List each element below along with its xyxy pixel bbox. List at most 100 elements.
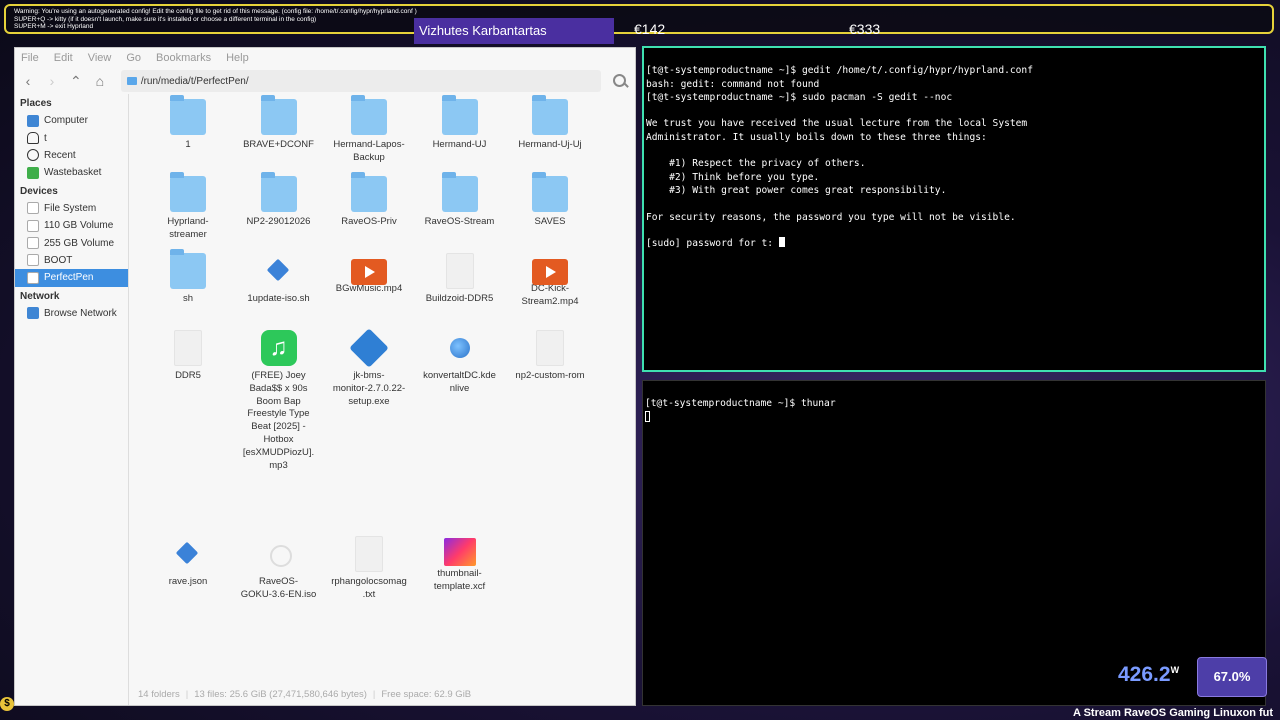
terminal-top[interactable]: [t@t-systemproductname ~]$ gedit /home/t… — [642, 46, 1266, 372]
file-item[interactable]: jk-bms- monitor-2.7.0.22- setup.exe — [324, 330, 414, 408]
sidebar-item-label: File System — [44, 202, 97, 214]
terminal-line: Administrator. It usually boils down to … — [646, 131, 987, 143]
file-item-label: RaveOS-Stream — [424, 216, 495, 227]
file-item[interactable]: np2-custom-rom — [505, 330, 595, 383]
drive-icon — [27, 202, 39, 215]
file-item[interactable]: RaveOS- GOKU-3.6-EN.iso — [234, 536, 324, 602]
file-item[interactable]: (FREE) Joey Bada$$ x 90s Boom Bap Freest… — [234, 330, 324, 472]
terminal-line: We trust you have received the usual lec… — [646, 118, 1028, 130]
menu-help[interactable]: Help — [226, 52, 249, 64]
menu-edit[interactable]: Edit — [54, 52, 73, 64]
status-folders: 14 folders — [138, 688, 180, 700]
home-icon[interactable]: ⌂ — [93, 74, 107, 88]
file-item-label: 1 — [185, 139, 191, 150]
sidebar-item-home[interactable]: t — [15, 129, 128, 146]
file-item-label: (FREE) Joey Bada$$ x 90s Boom Bap Freest… — [242, 370, 315, 471]
folder-icon — [351, 95, 387, 135]
sidebar-item-perfectpen[interactable]: PerfectPen — [15, 269, 128, 287]
sidebar-item-label: PerfectPen — [44, 272, 94, 284]
location-bar[interactable]: /run/media/t/PerfectPen/ — [120, 70, 602, 92]
sidebar-item-boot[interactable]: BOOT — [15, 252, 128, 269]
terminal-line: [t@t-systemproductname ~]$ gedit /home/t… — [646, 65, 1033, 77]
sidebar-item-browse-network[interactable]: Browse Network — [15, 305, 128, 322]
menu-view[interactable]: View — [88, 52, 112, 64]
file-item-label: Hyprland- streamer — [167, 216, 209, 240]
file-item[interactable]: Buildzoid-DDR5 — [415, 253, 505, 306]
menu-file[interactable]: File — [21, 52, 39, 64]
toolbar: ‹ › ⌃ ⌂ /run/media/t/PerfectPen/ — [15, 68, 635, 94]
file-item-label: np2-custom-rom — [515, 370, 585, 381]
sidebar-item-file-system[interactable]: File System — [15, 200, 128, 217]
file-item-label: rphangolocsomag .txt — [331, 576, 407, 600]
file-item[interactable]: rave.json — [143, 536, 233, 589]
file-item[interactable]: BRAVE+DCONF — [234, 95, 324, 152]
price-label: €142 — [634, 21, 666, 37]
sidebar-item-110gb[interactable]: 110 GB Volume — [15, 217, 128, 234]
file-item[interactable]: RaveOS-Priv — [324, 172, 414, 229]
blank-file-icon — [174, 330, 202, 366]
file-item[interactable]: RaveOS-Stream — [415, 172, 505, 229]
up-arrow-icon[interactable]: ⌃ — [69, 74, 83, 88]
file-item[interactable]: NP2-29012026 — [234, 172, 324, 229]
file-item-label: 1update-iso.sh — [247, 293, 310, 304]
file-item[interactable]: Hermand-Lapos- Backup — [324, 95, 414, 165]
folder-icon — [260, 95, 297, 135]
file-item[interactable]: 1update-iso.sh — [234, 253, 324, 306]
search-icon[interactable] — [611, 72, 629, 90]
terminal-bottom[interactable]: [t@t-systemproductname ~]$ thunar — [642, 380, 1266, 706]
drive-icon — [27, 237, 39, 250]
menu-bar: File Edit View Go Bookmarks Help — [15, 48, 635, 68]
sidebar-item-label: 110 GB Volume — [44, 220, 114, 232]
sidebar-item-wastebasket[interactable]: Wastebasket — [15, 164, 128, 181]
menu-bookmarks[interactable]: Bookmarks — [156, 52, 211, 64]
script-icon — [170, 536, 206, 572]
file-item[interactable]: konvertaltDC.kde nlive — [415, 330, 505, 396]
file-item-label: Hermand-Uj-Uj — [518, 139, 582, 150]
file-item-label: RaveOS- GOKU-3.6-EN.iso — [240, 576, 317, 600]
drive-icon — [27, 254, 39, 267]
home-icon — [27, 132, 39, 145]
file-item-label: rave.json — [168, 576, 208, 587]
drive-icon — [27, 219, 39, 232]
exe-icon — [351, 330, 387, 366]
file-item-label: RaveOS-Priv — [341, 216, 397, 227]
folder-icon — [170, 95, 206, 135]
back-arrow-icon[interactable]: ‹ — [21, 74, 35, 88]
recent-icon — [27, 149, 39, 162]
cpu-usage-badge: 67.0% — [1197, 657, 1267, 697]
cursor — [778, 237, 785, 248]
sidebar-item-recent[interactable]: Recent — [15, 147, 128, 164]
location-path: /run/media/t/PerfectPen/ — [140, 75, 249, 87]
file-item[interactable]: DDR5 — [143, 330, 233, 383]
file-item[interactable]: BGwMusic.mp4 — [324, 253, 414, 296]
file-item[interactable]: Hermand-UJ — [415, 95, 505, 152]
stream-overlay-title: Vizhutes Karbantartas — [414, 18, 614, 44]
cursor — [645, 410, 650, 422]
sidebar-item-computer[interactable]: Computer — [15, 112, 128, 129]
terminal-line: #1) Respect the privacy of others. — [646, 158, 866, 170]
file-item[interactable]: SAVES — [505, 172, 595, 229]
file-item[interactable]: rphangolocsomag .txt — [324, 536, 414, 602]
sidebar-item-label: Wastebasket — [44, 167, 102, 179]
trash-icon — [27, 166, 39, 179]
status-bar: 14 folders | 13 files: 25.6 GiB (27,471,… — [130, 683, 635, 705]
image-icon — [443, 538, 476, 566]
app-logo-icon: $ — [0, 697, 14, 711]
terminal-line: #3) With great power comes great respons… — [646, 184, 947, 196]
file-item[interactable]: DC-Kick- Stream2.mp4 — [505, 253, 595, 309]
folder-icon — [532, 172, 568, 212]
forward-arrow-icon[interactable]: › — [45, 74, 59, 88]
file-item[interactable]: Hermand-Uj-Uj — [505, 95, 595, 152]
menu-go[interactable]: Go — [126, 52, 141, 64]
file-item[interactable]: Hyprland- streamer — [143, 172, 233, 242]
sidebar-item-255gb[interactable]: 255 GB Volume — [15, 234, 128, 251]
sidebar-item-label: t — [44, 132, 47, 144]
file-item[interactable]: 1 — [143, 95, 233, 152]
terminal-output: [t@t-systemproductname ~]$ gedit /home/t… — [646, 64, 1264, 237]
video-icon — [532, 259, 568, 285]
power-value: 426.2 — [1118, 663, 1171, 686]
file-item[interactable]: sh — [143, 249, 233, 306]
file-item[interactable]: thumbnail- template.xcf — [415, 536, 505, 594]
folder-icon — [170, 249, 206, 289]
file-item-label: Hermand-UJ — [432, 139, 487, 150]
